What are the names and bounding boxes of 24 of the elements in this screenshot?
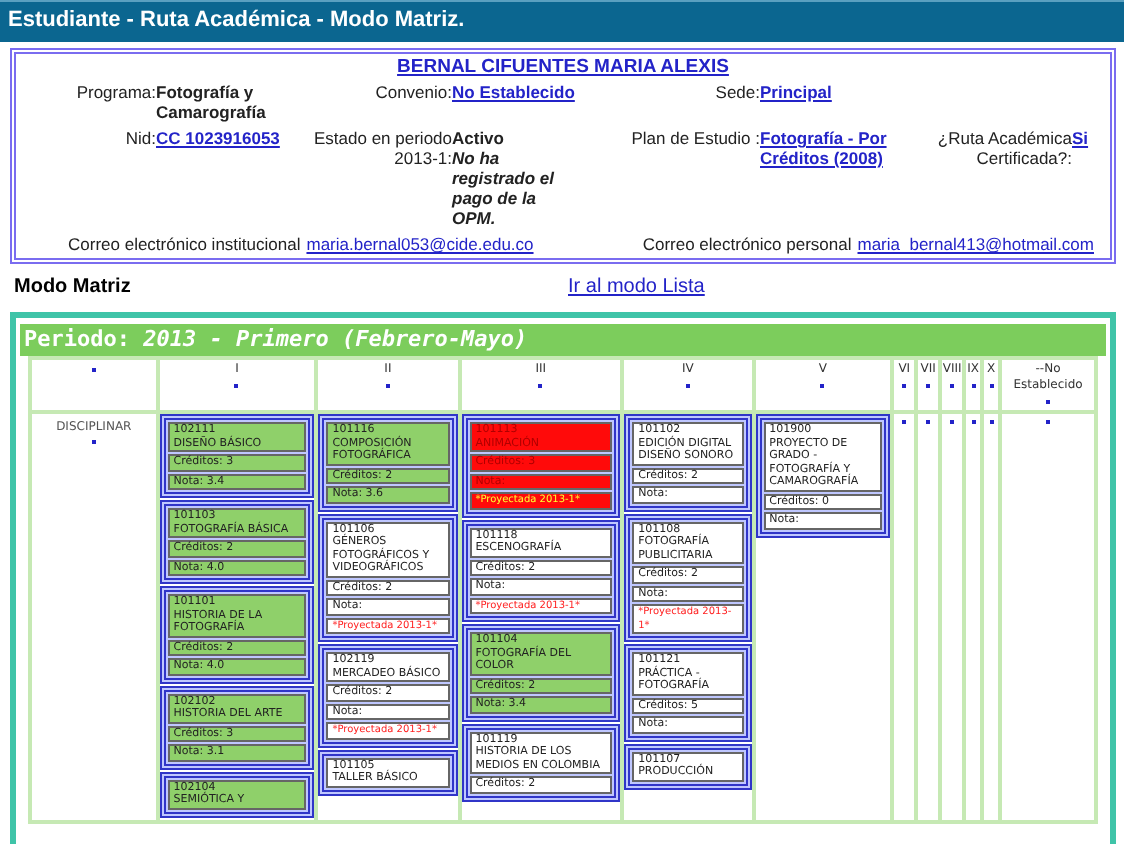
- email-label: Correo electrónico personal: [642, 234, 852, 254]
- field-label: Sede:: [715, 82, 760, 102]
- email-link[interactable]: maria_bernal413@hotmail.com: [857, 234, 1094, 254]
- field-label: Nid:: [125, 128, 156, 148]
- field-link[interactable]: Si: [1072, 128, 1089, 148]
- field-label: Plan de Estudio :: [631, 128, 760, 148]
- field-link[interactable]: CC 1023916053: [156, 128, 280, 148]
- email-label: Correo electrónico institucional: [68, 234, 301, 254]
- field-link[interactable]: No Establecido: [452, 82, 575, 102]
- field-label: Estado en periodo 2013-1:: [314, 128, 452, 168]
- field-link[interactable]: Fotografía - Por Créditos (2008): [760, 128, 920, 168]
- period-header: Periodo: 2013 - Primero (Febrero-Mayo): [20, 324, 1106, 356]
- status-note: No ha registrado el pago de la OPM.: [452, 148, 557, 228]
- field-value: Fotografía y Camarografía: [156, 82, 266, 122]
- field-value: Activo: [452, 128, 504, 148]
- window-title: Estudiante - Ruta Académica - Modo Matriz.: [0, 0, 1124, 42]
- email-link[interactable]: maria.bernal053@cide.edu.co: [306, 234, 534, 254]
- student-name-link[interactable]: BERNAL CIFUENTES MARIA ALEXIS: [397, 56, 729, 78]
- field-label: ¿Ruta Académica Certificada?:: [937, 128, 1072, 168]
- field-label: Convenio:: [375, 82, 452, 102]
- list-mode-link[interactable]: Ir al modo Lista: [568, 275, 705, 297]
- section-title: Modo Matriz: [14, 275, 133, 297]
- field-link[interactable]: Principal: [760, 82, 832, 102]
- field-label: Programa:: [76, 82, 156, 102]
